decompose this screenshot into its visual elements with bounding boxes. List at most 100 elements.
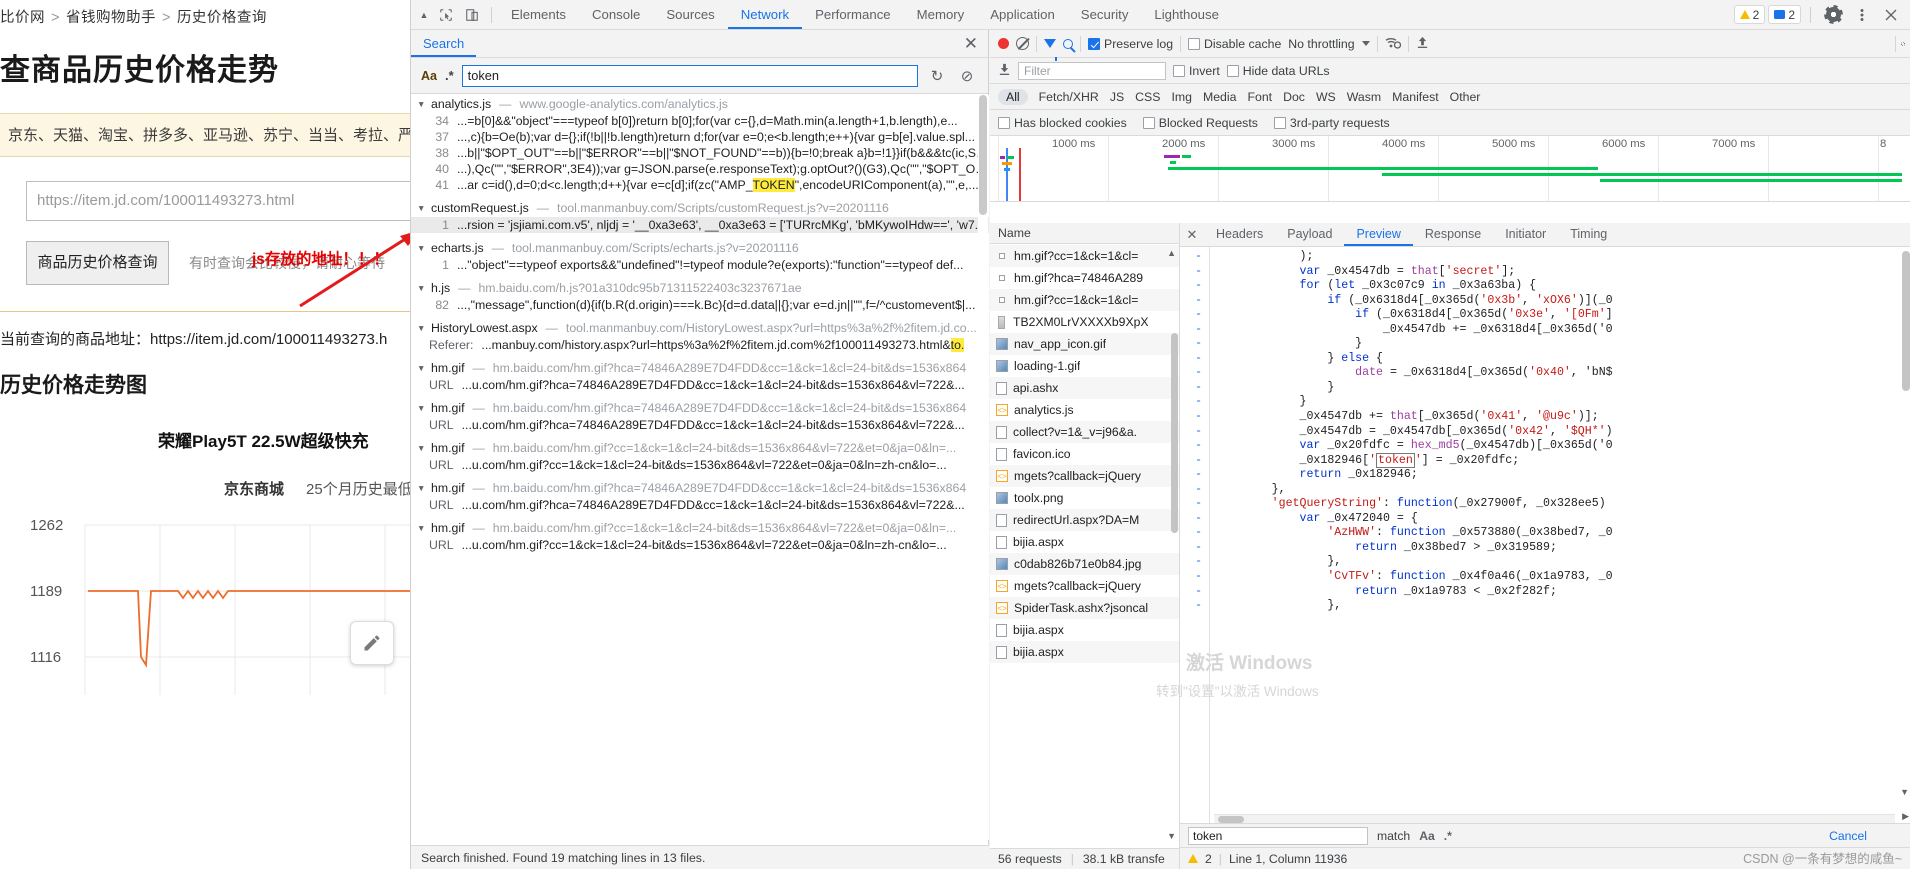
search-result-group-header[interactable]: ▼ hm.gif — hm.baidu.com/hm.gif?hca=74846… (411, 399, 989, 417)
breadcrumb-item-0[interactable]: 比价网 (0, 10, 45, 26)
search-results-scrollbar[interactable] (978, 95, 988, 840)
request-row[interactable]: nav_app_icon.gif (990, 333, 1179, 355)
search-result-line[interactable]: 37 ...,c){b=Oe(b);var d={};if(!b||!b.leng… (411, 129, 989, 145)
inspect-element-icon[interactable] (433, 3, 459, 27)
type-filter-all[interactable]: All (998, 88, 1028, 105)
code-scroll-right-icon[interactable]: ▶ (1902, 811, 1909, 822)
code-content[interactable]: ); var _0x4547db = that['secret']; for (… (1210, 247, 1910, 823)
tab-console[interactable]: Console (579, 0, 653, 29)
more-options-button[interactable] (1849, 3, 1875, 27)
tab-search[interactable]: Search (411, 30, 477, 57)
request-row[interactable]: api.ashx (990, 377, 1179, 399)
settings-button[interactable] (1820, 3, 1846, 27)
request-row[interactable]: toolx.png (990, 487, 1179, 509)
chevron-down-icon[interactable]: ▼ (417, 483, 427, 493)
scroll-up-icon[interactable]: ▲ (1167, 248, 1176, 258)
request-row[interactable]: hm.gif?cc=1&ck=1&cl= (990, 289, 1179, 311)
tab-elements[interactable]: Elements (498, 0, 579, 29)
find-cancel-button[interactable]: Cancel (1829, 829, 1867, 843)
type-filter-ws[interactable]: WS (1316, 90, 1336, 104)
search-result-group-header[interactable]: ▼ hm.gif — hm.baidu.com/hm.gif?cc=1&ck=1… (411, 439, 989, 457)
search-result-line[interactable]: URL ...u.com/hm.gif?cc=1&ck=1&cl=24-bit&d… (411, 537, 989, 553)
search-toggle-icon[interactable] (1063, 38, 1073, 49)
search-result-group-header[interactable]: ▼ hm.gif — hm.baidu.com/hm.gif?hca=74846… (411, 359, 989, 377)
close-detail-icon[interactable]: ✕ (1180, 227, 1204, 243)
search-result-line[interactable]: Referer: ...manbuy.com/history.aspx?url=h… (411, 337, 989, 353)
request-row[interactable]: bijia.aspx (990, 531, 1179, 553)
type-filter-manifest[interactable]: Manifest (1392, 90, 1438, 104)
tab-performance[interactable]: Performance (802, 0, 904, 29)
code-hscroll-thumb[interactable] (1218, 816, 1244, 823)
detail-tab-preview[interactable]: Preview (1344, 223, 1413, 246)
tab-network[interactable]: Network (727, 0, 803, 29)
request-row[interactable]: <> analytics.js (990, 399, 1179, 421)
search-result-group-header[interactable]: ▼ HistoryLowest.aspx — tool.manmanbuy.co… (411, 319, 989, 337)
search-result-group-header[interactable]: ▼ hm.gif — hm.baidu.com/hm.gif?cc=1&ck=1… (411, 519, 989, 537)
find-match-case-icon[interactable]: Aa (1419, 829, 1435, 843)
request-row[interactable]: bijia.aspx (990, 619, 1179, 641)
chevron-down-icon[interactable]: ▼ (417, 403, 427, 413)
invert-checkbox[interactable]: Invert (1173, 64, 1220, 78)
search-input[interactable]: token (461, 64, 918, 87)
hide-data-urls-checkbox[interactable]: Hide data URLs (1226, 64, 1330, 78)
request-list-scroll-thumb[interactable] (1171, 333, 1178, 533)
request-row[interactable]: bijia.aspx (990, 641, 1179, 663)
search-result-group-header[interactable]: ▼ echarts.js — tool.manmanbuy.com/Script… (411, 239, 989, 257)
request-row[interactable]: hm.gif?hca=74846A289 (990, 267, 1179, 289)
type-filter-wasm[interactable]: Wasm (1347, 90, 1381, 104)
type-filter-js[interactable]: JS (1110, 90, 1124, 104)
record-button-icon[interactable] (998, 38, 1009, 49)
import-har-icon[interactable] (1416, 36, 1429, 52)
close-devtools-button[interactable] (1878, 3, 1904, 27)
search-result-line[interactable]: 1 ..."object"==typeof exports&&"undefined… (411, 257, 989, 273)
edit-floating-button[interactable] (350, 621, 394, 665)
match-case-icon[interactable]: Aa (421, 69, 437, 83)
request-row[interactable]: loading-1.gif (990, 355, 1179, 377)
breadcrumb-item-1[interactable]: 省钱购物助手 (66, 10, 156, 26)
message-count-badge[interactable]: 2 (1768, 5, 1801, 24)
network-overview-timeline[interactable]: 1000 ms 2000 ms 3000 ms 4000 ms 5000 ms … (990, 136, 1910, 202)
request-list-column-header[interactable]: Name (990, 223, 1179, 244)
filter-toggle-icon[interactable] (1044, 39, 1057, 61)
detail-tab-payload[interactable]: Payload (1275, 223, 1344, 246)
product-url-input[interactable]: https://item.jd.com/100011493273.html (26, 181, 410, 221)
detail-tab-response[interactable]: Response (1413, 223, 1493, 246)
network-conditions-icon[interactable] (1385, 36, 1401, 52)
tab-lighthouse[interactable]: Lighthouse (1141, 0, 1232, 29)
find-regex-icon[interactable]: .* (1444, 829, 1452, 843)
search-result-line[interactable]: URL ...u.com/hm.gif?hca=74846A289E7D4FDD&… (411, 377, 989, 393)
find-input[interactable]: token (1188, 826, 1368, 845)
device-toolbar-icon[interactable] (459, 3, 485, 27)
throttling-select[interactable]: No throttling (1288, 37, 1354, 51)
chevron-down-icon[interactable] (1361, 41, 1370, 46)
close-search-drawer-icon[interactable]: ✕ (964, 35, 978, 52)
search-result-line[interactable]: 41 ...ar c=id(),d=0;d<c.length;d++){var e… (411, 177, 989, 193)
chevron-down-icon[interactable]: ▼ (417, 443, 427, 453)
type-filter-doc[interactable]: Doc (1283, 90, 1305, 104)
request-row[interactable]: <> mgets?callback=jQuery (990, 575, 1179, 597)
tab-security[interactable]: Security (1068, 0, 1142, 29)
detail-tab-headers[interactable]: Headers (1204, 223, 1275, 246)
search-result-line[interactable]: 82 ...,"message",function(d){if(b.R(d.ori… (411, 297, 989, 313)
panel-collapse-icon[interactable]: ▲ (415, 10, 433, 20)
request-row[interactable]: <> mgets?callback=jQuery (990, 465, 1179, 487)
search-result-line[interactable]: URL ...u.com/hm.gif?hca=74846A289E7D4FDD&… (411, 417, 989, 433)
request-row[interactable]: redirectUrl.aspx?DA=M (990, 509, 1179, 531)
chevron-down-icon[interactable]: ▼ (417, 363, 427, 373)
download-har-icon[interactable] (998, 63, 1011, 79)
chevron-down-icon[interactable]: ▼ (417, 203, 427, 213)
detail-tab-initiator[interactable]: Initiator (1493, 223, 1558, 246)
disable-cache-checkbox[interactable]: Disable cache (1188, 37, 1281, 51)
type-filter-other[interactable]: Other (1450, 90, 1481, 104)
search-results-scroll-thumb[interactable] (979, 95, 987, 215)
clear-search-icon[interactable]: ⊘ (956, 67, 978, 85)
scroll-down-icon[interactable]: ▼ (1167, 831, 1176, 841)
query-history-price-button[interactable]: 商品历史价格查询 (26, 241, 169, 285)
request-row[interactable]: collect?v=1&_v=j96&a. (990, 421, 1179, 443)
third-party-requests-checkbox[interactable]: 3rd-party requests (1273, 116, 1390, 130)
code-vertical-scroll-thumb[interactable] (1902, 251, 1910, 391)
type-filter-media[interactable]: Media (1203, 90, 1237, 104)
search-result-group-header[interactable]: ▼ h.js — hm.baidu.com/h.js?01a310dc95b71… (411, 279, 989, 297)
tab-application[interactable]: Application (977, 0, 1068, 29)
network-filter-input[interactable]: Filter (1018, 61, 1166, 80)
